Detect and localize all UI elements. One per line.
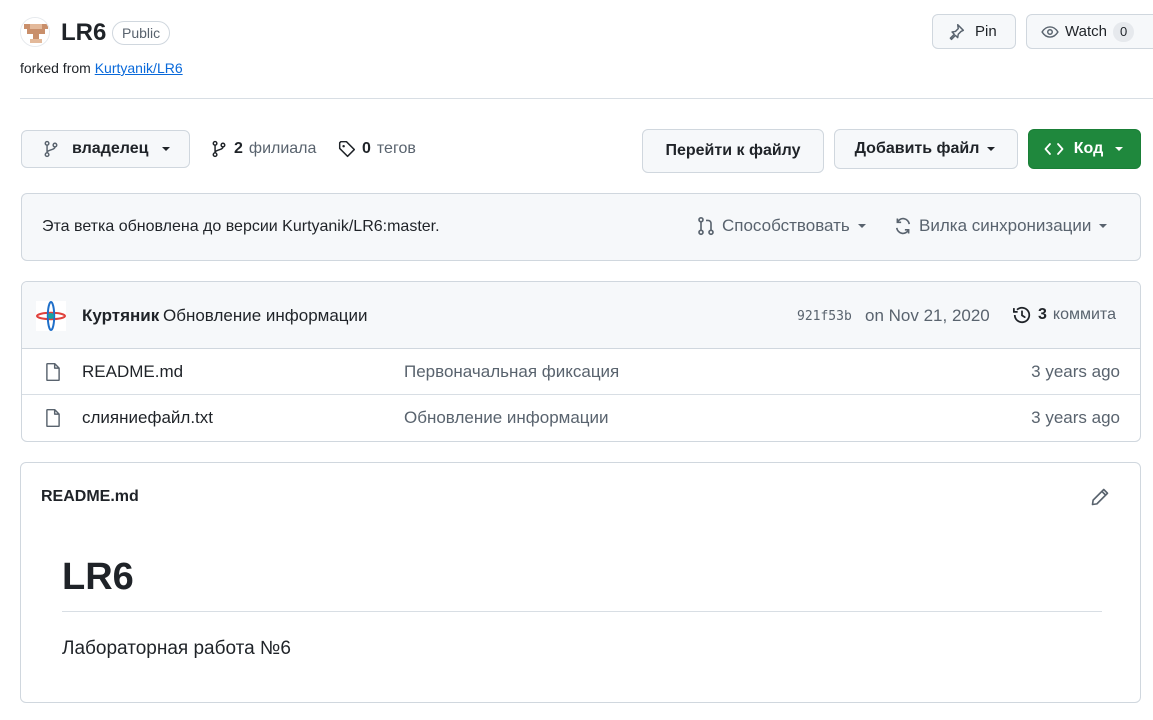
file-icon: [46, 408, 60, 428]
go-to-file-button[interactable]: Перейти к файлу: [642, 129, 824, 173]
file-name[interactable]: README.md: [82, 362, 183, 382]
eye-icon: [1041, 25, 1059, 38]
file-table: Куртяник Обновление информации 921f53b o…: [21, 281, 1141, 442]
identicon-icon: [21, 18, 49, 46]
branch-select-button[interactable]: владелец: [21, 130, 190, 168]
commit-author-avatar[interactable]: [36, 301, 66, 331]
sync-label: Вилка синхронизации: [919, 216, 1092, 235]
add-file-button[interactable]: Добавить файл: [834, 129, 1018, 169]
caret-down-icon: [1115, 147, 1124, 151]
branch-icon: [44, 140, 58, 158]
pencil-icon[interactable]: [1090, 487, 1110, 507]
tags-label: тегов: [376, 140, 416, 157]
history-icon: [1013, 306, 1031, 324]
branches-count: 2: [234, 140, 243, 157]
pin-label: Pin: [975, 23, 997, 40]
pin-icon: [949, 23, 965, 40]
caret-down-icon: [1099, 224, 1108, 228]
tags-link[interactable]: 0 тегов: [338, 140, 416, 158]
caret-down-icon: [857, 224, 866, 228]
file-age: 3 years ago: [1031, 362, 1120, 381]
latest-commit-row: Куртяник Обновление информации 921f53b o…: [22, 282, 1140, 349]
file-row[interactable]: README.md Первоначальная фиксация 3 year…: [22, 349, 1140, 395]
repo-name[interactable]: LR6: [61, 18, 106, 48]
pull-request-icon: [698, 216, 714, 236]
forked-from-prefix: forked from: [20, 60, 91, 76]
visibility-badge: Public: [112, 21, 171, 45]
branch-name: владелец: [72, 140, 149, 157]
repo-owner-avatar[interactable]: [20, 17, 50, 47]
file-row[interactable]: слияниефайл.txt Обновление информации 3 …: [22, 395, 1140, 441]
file-age: 3 years ago: [1031, 408, 1120, 427]
branches-link[interactable]: 2 филиала: [210, 140, 316, 158]
forked-from-link[interactable]: Kurtyanik/LR6: [95, 60, 183, 76]
watch-label: Watch: [1065, 23, 1107, 40]
pin-button[interactable]: Pin: [932, 14, 1016, 49]
readme-panel: README.md LR6 Лабораторная работа №6: [20, 462, 1141, 703]
sync-icon: [895, 217, 911, 235]
readme-heading-rule: [62, 611, 1102, 612]
contribute-button[interactable]: Способствовать: [696, 216, 868, 236]
fork-sync-banner: Эта ветка обновлена до версии Kurtyanik/…: [21, 193, 1141, 261]
commit-message[interactable]: Обновление информации: [163, 306, 368, 326]
caret-down-icon: [987, 147, 996, 151]
code-button[interactable]: Код: [1028, 129, 1141, 169]
commits-count: 3: [1038, 306, 1047, 323]
tag-icon: [338, 140, 356, 158]
code-icon: [1044, 143, 1064, 155]
file-commit-message[interactable]: Первоначальная фиксация: [404, 362, 619, 382]
sync-fork-button[interactable]: Вилка синхронизации: [893, 216, 1109, 236]
readme-heading: LR6: [62, 556, 134, 598]
file-icon: [46, 362, 60, 382]
watch-count: 0: [1112, 21, 1135, 42]
header-divider: [20, 98, 1153, 99]
branch-status-text: Эта ветка обновлена до версии Kurtyanik/…: [42, 218, 440, 235]
watch-button[interactable]: Watch 0: [1026, 14, 1153, 49]
commit-hash[interactable]: 921f53b: [797, 309, 852, 324]
commits-label: коммита: [1052, 306, 1116, 323]
commit-date: on Nov 21, 2020: [865, 306, 990, 325]
file-name[interactable]: слияниефайл.txt: [82, 408, 213, 428]
commits-history-link[interactable]: 3 коммита: [1012, 305, 1116, 325]
code-label: Код: [1073, 140, 1104, 157]
add-file-label: Добавить файл: [854, 140, 980, 157]
caret-down-icon: [162, 147, 171, 151]
branch-icon: [212, 140, 226, 158]
readme-body: Лабораторная работа №6: [62, 638, 291, 659]
forked-from-line: forked from Kurtyanik/LR6: [20, 58, 183, 78]
branches-label: филиала: [248, 140, 317, 157]
contribute-label: Способствовать: [722, 216, 850, 235]
file-commit-message[interactable]: Обновление информации: [404, 408, 609, 428]
readme-filename[interactable]: README.md: [41, 488, 139, 506]
tags-count: 0: [362, 140, 371, 157]
commit-author[interactable]: Куртяник: [82, 306, 159, 326]
